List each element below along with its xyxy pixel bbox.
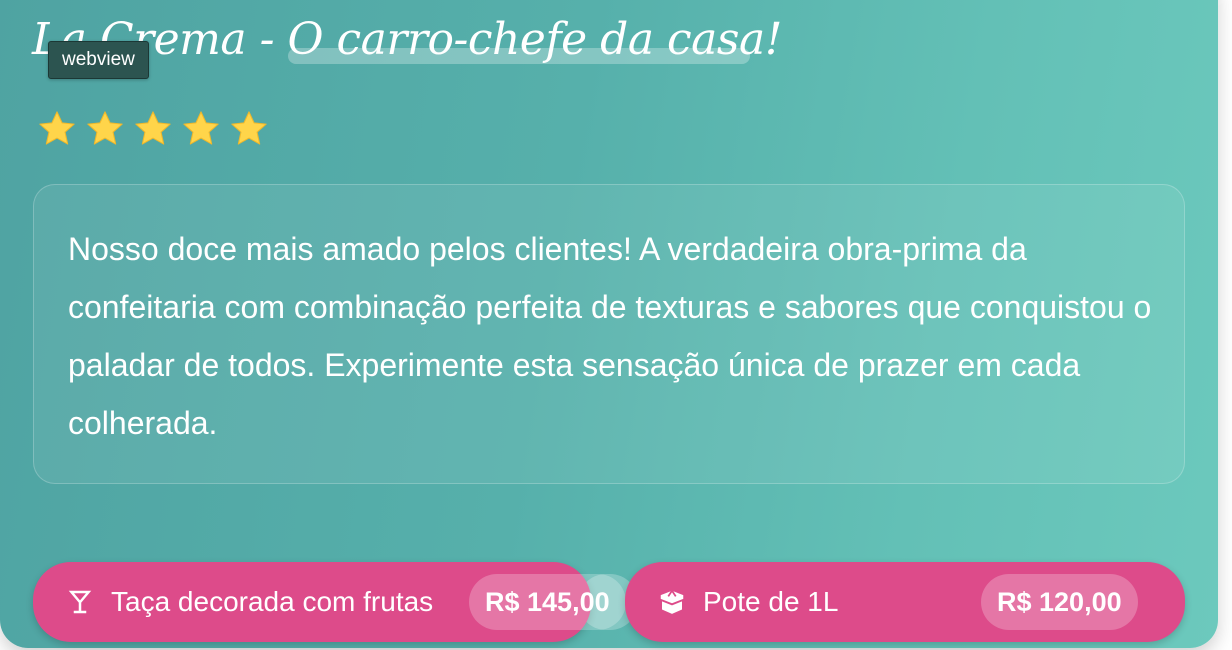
- star-icon: [231, 111, 267, 145]
- option-label: Taça decorada com frutas: [111, 586, 434, 617]
- rating-stars: [36, 108, 270, 150]
- option-label: Pote de 1L: [703, 586, 839, 617]
- star-icon: [39, 111, 75, 145]
- star-icon: [183, 111, 219, 145]
- star-icon: [87, 111, 123, 145]
- option-button-taca[interactable]: Taça decorada com frutas R$ 145,00: [33, 562, 626, 642]
- product-description: Nosso doce mais amado pelos clientes! A …: [68, 231, 1152, 441]
- cocktail-glass-icon: [68, 590, 92, 614]
- option-price: R$ 145,00: [469, 574, 626, 630]
- webview-tag: webview: [48, 41, 149, 79]
- star-icon: [135, 111, 171, 145]
- product-card: La Crema - O carro-chefe da casa! Nosso …: [0, 0, 1218, 648]
- option-button-pote[interactable]: Pote de 1L R$ 120,00: [625, 562, 1185, 642]
- box-icon: [660, 590, 684, 614]
- option-price: R$ 120,00: [981, 574, 1138, 630]
